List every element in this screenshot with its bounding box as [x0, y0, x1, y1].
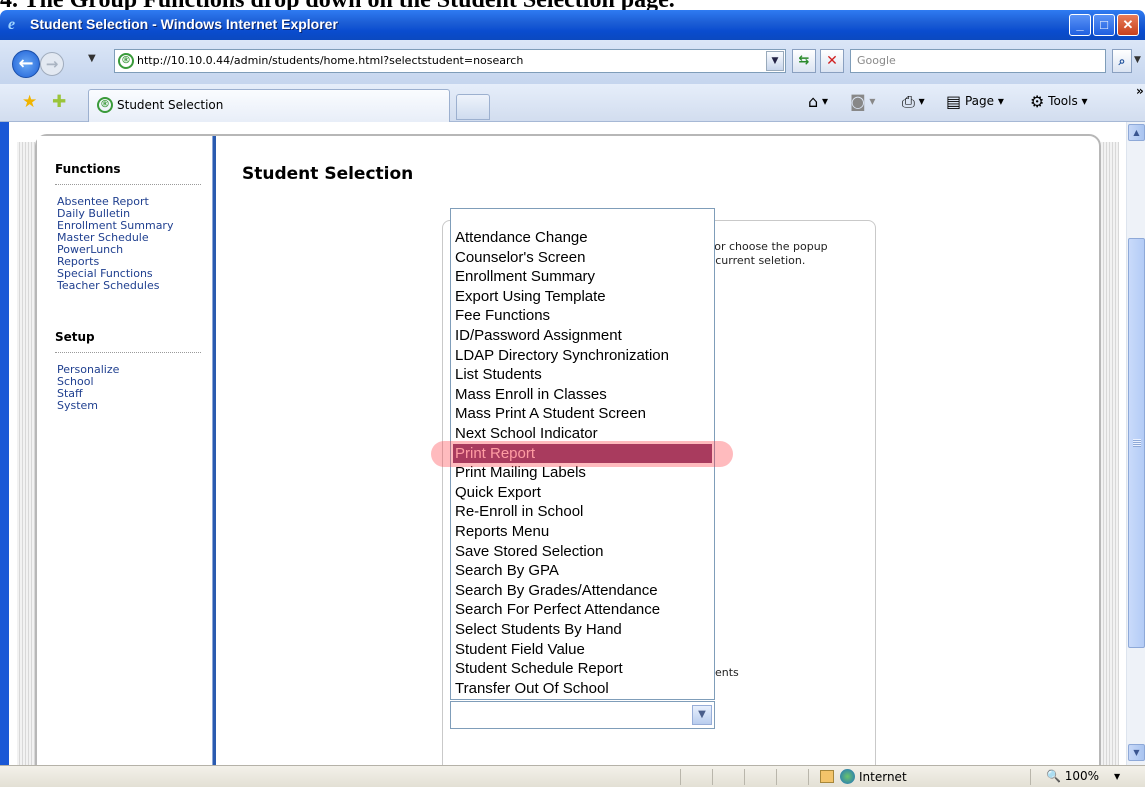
tab-student-selection[interactable]: ® Student Selection — [88, 89, 450, 122]
tab-label: Student Selection — [117, 98, 224, 112]
dropdown-option[interactable]: Select Students By Hand — [453, 620, 712, 639]
new-tab-button[interactable] — [456, 94, 490, 120]
dropdown-option[interactable]: Counselor's Screen — [453, 248, 712, 267]
status-bar: Internet 🔍 100% ▼ — [0, 765, 1145, 787]
refresh-button[interactable]: ⇆ — [792, 49, 816, 73]
window-title-bar[interactable]: e Student Selection - Windows Internet E… — [0, 10, 1145, 40]
close-button[interactable]: ✕ — [1117, 14, 1139, 36]
back-button[interactable]: ← — [12, 50, 40, 78]
dropdown-option[interactable]: Save Stored Selection — [453, 542, 712, 561]
dropdown-option[interactable]: LDAP Directory Synchronization — [453, 346, 712, 365]
status-divider — [808, 769, 809, 785]
zoom-value: 100% — [1064, 769, 1100, 783]
search-options-dropdown-icon[interactable]: ▼ — [1134, 55, 1141, 65]
dropdown-option[interactable]: Search By GPA — [453, 561, 712, 580]
dropdown-option[interactable]: Student Field Value — [453, 640, 712, 659]
zoom-dropdown-icon[interactable]: ▼ — [1114, 772, 1120, 781]
more-commands-chevron-icon[interactable]: » — [1136, 84, 1144, 98]
chevron-down-icon[interactable]: ▼ — [692, 705, 712, 725]
site-favicon-icon: ® — [97, 97, 113, 113]
feeds-button[interactable]: ◙ ▾ — [850, 92, 875, 111]
dropdown-option[interactable]: Search For Perfect Attendance — [453, 600, 712, 619]
zone-label: Internet — [859, 770, 907, 784]
scroll-grip — [1133, 439, 1141, 447]
sidebar-item-system[interactable]: System — [57, 400, 98, 412]
dropdown-option[interactable]: Fee Functions — [453, 306, 712, 325]
sidebar-functions-heading: Functions — [55, 162, 121, 176]
page-content: Functions Absentee Report Daily Bulletin… — [9, 122, 1126, 765]
maximize-button[interactable]: □ — [1093, 14, 1115, 36]
panel-count-text: ents — [715, 666, 739, 679]
site-favicon-icon: ® — [118, 53, 134, 69]
scroll-up-button[interactable]: ▲ — [1128, 124, 1145, 141]
right-border-stripe — [1101, 142, 1119, 765]
gear-icon: ⚙ — [1030, 92, 1045, 111]
page-caption: 4. The Group Functions drop down on the … — [0, 0, 1145, 10]
dropdown-option[interactable]: Quick Export — [453, 483, 712, 502]
status-divider — [744, 769, 745, 785]
stop-button[interactable]: ✕ — [820, 49, 844, 73]
window-frame-left — [0, 40, 9, 765]
print-button[interactable]: ⎙ ▾ — [902, 92, 925, 112]
dropdown-option[interactable]: Student Schedule Report — [453, 659, 712, 678]
security-zone[interactable]: Internet — [840, 769, 907, 784]
dropdown-option[interactable]: Enrollment Summary — [453, 267, 712, 286]
zoom-level[interactable]: 🔍 100% — [1046, 769, 1099, 783]
internet-zone-icon — [840, 769, 855, 784]
tools-menu-button[interactable]: ⚙ Tools ▾ — [1030, 92, 1088, 111]
dropdown-option[interactable]: Mass Print A Student Screen — [453, 404, 712, 423]
page-scrollbar[interactable]: ▲ ▼ — [1126, 122, 1145, 765]
dropdown-option[interactable]: Search By Grades/Attendance — [453, 581, 712, 600]
dropdown-option[interactable]: Attendance Change — [453, 228, 712, 247]
dropdown-option[interactable]: Re-Enroll in School — [453, 502, 712, 521]
panel-instruction-text: e current seletion. — [705, 254, 806, 267]
address-url: http://10.10.0.44/admin/students/home.ht… — [137, 54, 524, 67]
page-menu-button[interactable]: ▤ Page ▾ — [946, 92, 1004, 111]
page-menu-label: Page — [964, 94, 995, 108]
add-to-favorites-icon[interactable]: ✚ — [52, 92, 66, 112]
internet-explorer-icon: e — [8, 16, 16, 33]
status-divider — [1030, 769, 1031, 785]
dropdown-option[interactable]: Next School Indicator — [453, 424, 712, 443]
dropdown-option[interactable]: Transfer Out Of School — [453, 679, 712, 698]
status-divider — [680, 769, 681, 785]
home-button[interactable]: ⌂ ▾ — [808, 92, 828, 111]
address-dropdown-button[interactable]: ▼ — [766, 51, 784, 71]
search-input[interactable]: Google — [850, 49, 1106, 73]
dropdown-option[interactable]: List Students — [453, 365, 712, 384]
panel-instruction-text: s or choose the popup — [705, 240, 828, 253]
protected-mode-icon[interactable] — [820, 770, 834, 783]
dropdown-option[interactable]: Reports Menu — [453, 522, 712, 541]
page-title: Student Selection — [242, 164, 414, 184]
sidebar-divider — [212, 136, 216, 765]
page-icon: ▤ — [946, 92, 962, 111]
recent-pages-dropdown-icon[interactable]: ▼ — [88, 53, 96, 64]
sidebar-divider-dots — [55, 352, 201, 353]
printer-icon: ⎙ — [902, 92, 915, 111]
sidebar-divider-dots — [55, 184, 201, 185]
scroll-down-button[interactable]: ▼ — [1128, 744, 1145, 761]
sidebar-item-teacher-schedules[interactable]: Teacher Schedules — [57, 280, 159, 292]
dropdown-option[interactable]: Print Report — [453, 443, 712, 463]
dropdown-option[interactable]: Mass Enroll in Classes — [453, 385, 712, 404]
window-title: Student Selection - Windows Internet Exp… — [30, 16, 338, 32]
dropdown-option[interactable]: Export Using Template — [453, 287, 712, 306]
forward-button[interactable]: → — [40, 52, 64, 76]
minimize-button[interactable]: _ — [1069, 14, 1091, 36]
left-border-stripe — [17, 142, 35, 765]
home-icon: ⌂ — [808, 92, 819, 111]
status-divider — [712, 769, 713, 785]
favorites-star-icon[interactable]: ★ — [22, 92, 37, 112]
group-functions-dropdown-list[interactable]: Attendance Change Counselor's Screen Enrol… — [450, 208, 715, 700]
status-divider — [776, 769, 777, 785]
dropdown-option[interactable]: ID/Password Assignment — [453, 326, 712, 345]
group-functions-select[interactable]: ▼ — [450, 701, 715, 729]
address-bar[interactable]: ® http://10.10.0.44/admin/students/home.… — [114, 49, 786, 73]
sidebar-setup-heading: Setup — [55, 330, 95, 344]
dropdown-option[interactable]: Print Mailing Labels — [453, 463, 712, 482]
rss-feed-icon: ◙ — [850, 92, 866, 111]
search-button[interactable]: ⌕ — [1112, 49, 1132, 73]
scroll-thumb[interactable] — [1128, 238, 1145, 648]
tools-menu-label: Tools — [1048, 94, 1078, 108]
